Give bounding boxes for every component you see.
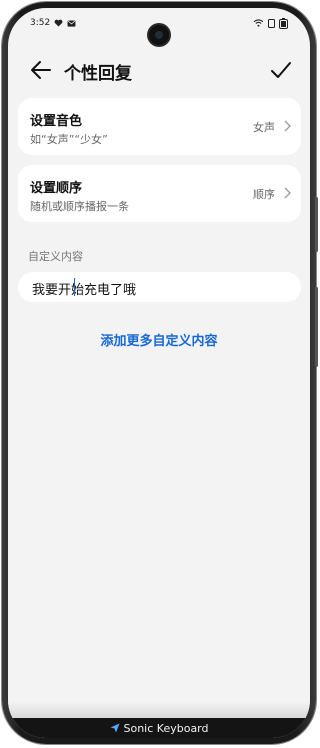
custom-content-text[interactable]: 我要开始充电了哦 [32,279,136,298]
wifi-icon [253,19,264,27]
voice-setting-card[interactable]: 设置音色 如“女声”“少女” 女声 [18,98,301,155]
order-setting-value: 顺序 [253,188,275,201]
voice-setting-hint: 如“女声”“少女” [30,133,108,146]
app-bar: 个性回复 [8,50,310,90]
page-title: 个性回复 [64,64,132,84]
keyboard-bar[interactable]: Sonic Keyboard [8,718,310,738]
send-icon [110,723,119,733]
heart-icon [54,19,63,27]
power-button [315,287,318,367]
voice-setting-value: 女声 [253,121,275,134]
order-setting-card[interactable]: 设置顺序 随机或顺序播报一条 顺序 [18,165,301,222]
front-camera [149,25,169,45]
text-cursor [74,278,75,296]
chevron-right-icon [284,120,291,132]
status-left: 3:52 [30,18,76,28]
voice-setting-label: 设置音色 [30,114,83,129]
volume-button [315,197,318,252]
back-arrow-icon[interactable] [30,60,52,80]
sim-icon [268,18,275,28]
keyboard-name: Sonic Keyboard [123,721,209,735]
battery-icon [279,17,288,29]
mail-icon [67,19,76,27]
custom-content-input[interactable]: 我要开始充电了哦 [18,272,301,302]
custom-content-label: 自定义内容 [28,250,83,263]
add-more-custom-button[interactable]: 添加更多自定义内容 [8,330,310,349]
order-setting-label: 设置顺序 [30,181,83,196]
screen: 3:52 个性回复 设置音色 如“女声”“少女” 女声 设置顺序 随机或顺序播报… [8,8,310,738]
keyboard-shadow [8,702,310,718]
status-time: 3:52 [30,18,51,28]
chevron-right-icon [284,187,291,199]
order-setting-hint: 随机或顺序播报一条 [30,200,129,213]
status-right [253,17,288,29]
checkmark-icon[interactable] [270,60,292,80]
phone-frame: 3:52 个性回复 设置音色 如“女声”“少女” 女声 设置顺序 随机或顺序播报… [2,2,318,744]
